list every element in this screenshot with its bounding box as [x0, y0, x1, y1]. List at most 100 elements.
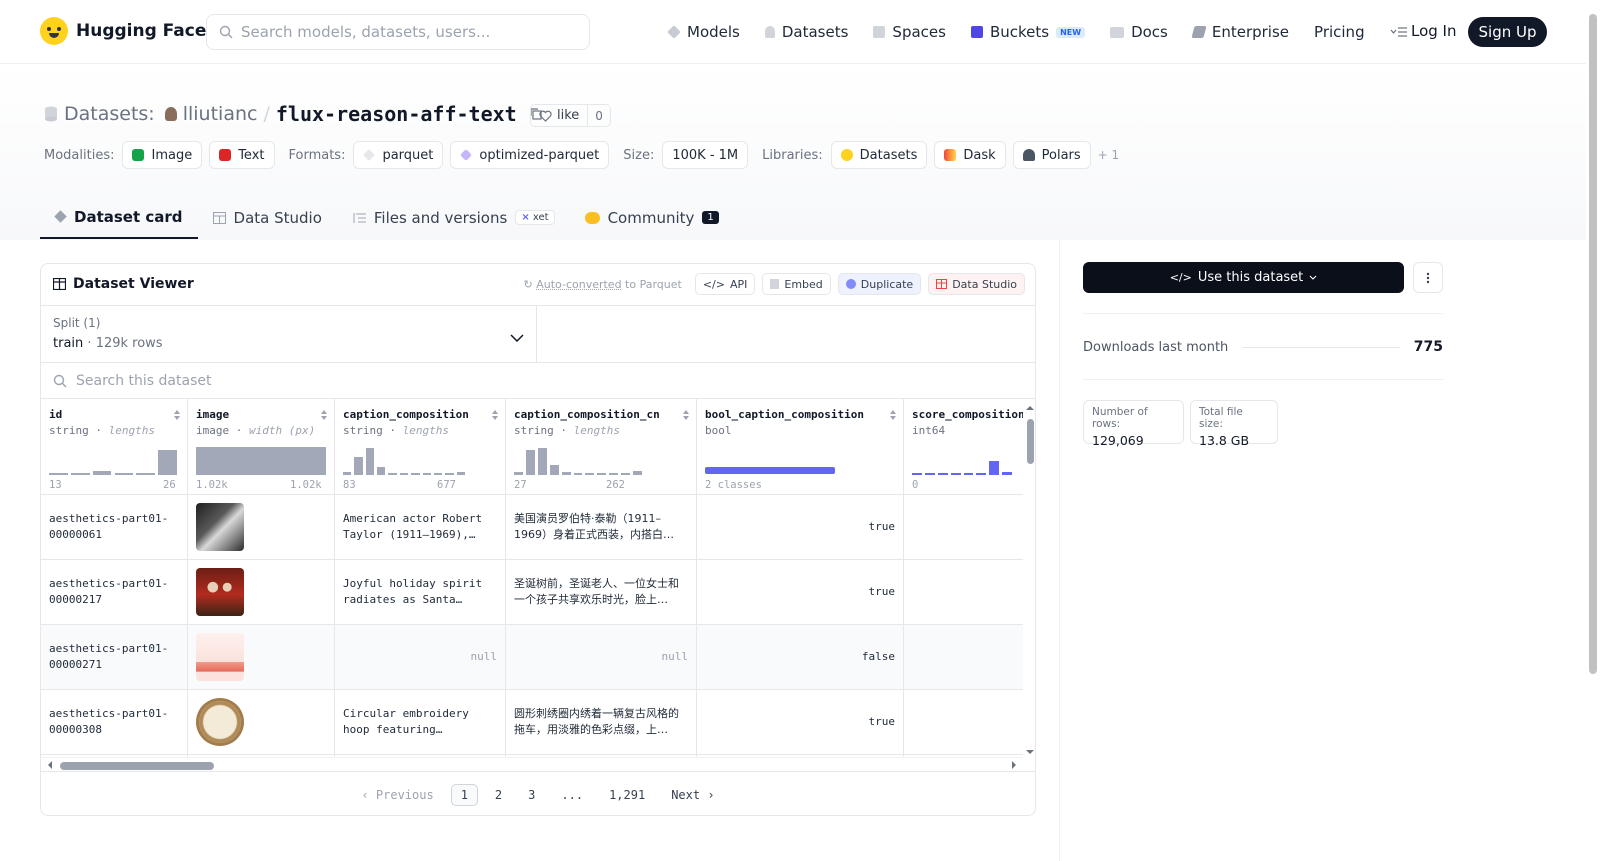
histogram-bar[interactable]	[411, 473, 420, 475]
global-search[interactable]	[206, 14, 590, 50]
histogram-bar[interactable]	[365, 448, 375, 475]
horizontal-scrollbar[interactable]	[41, 757, 1023, 771]
histogram-bar[interactable]	[49, 473, 68, 475]
histogram-bar[interactable]	[549, 465, 559, 475]
more-libraries[interactable]: + 1	[1098, 148, 1120, 162]
page-2[interactable]: 2	[486, 785, 511, 805]
nav-buckets[interactable]: Buckets NEW	[970, 23, 1086, 41]
histogram-bar[interactable]	[976, 473, 987, 475]
embed-button[interactable]: Embed	[762, 273, 831, 295]
tag-text[interactable]: Text	[209, 141, 275, 169]
scroll-right-icon[interactable]	[1009, 758, 1019, 772]
login-link[interactable]: Log In	[1411, 22, 1457, 40]
thumbnail-image[interactable]	[196, 503, 244, 551]
nav-more-menu[interactable]	[1390, 26, 1408, 38]
more-options-button[interactable]	[1413, 262, 1443, 293]
horizontal-scroll-thumb[interactable]	[60, 762, 214, 770]
api-button[interactable]: </> API	[694, 273, 756, 295]
thumbnail-image[interactable]	[196, 633, 244, 681]
tag-optimized-parquet[interactable]: optimized-parquet	[450, 141, 610, 169]
histogram-bar[interactable]	[343, 472, 352, 475]
section-label[interactable]: Datasets:	[64, 103, 155, 125]
signup-button[interactable]: Sign Up	[1468, 17, 1547, 47]
histogram-bar[interactable]	[585, 473, 595, 475]
tab-dataset-card[interactable]: Dataset card	[40, 196, 198, 239]
like-button[interactable]: like 0	[530, 104, 611, 127]
histogram-bar[interactable]	[92, 470, 112, 475]
histogram-bar[interactable]	[114, 473, 134, 475]
histogram-bar[interactable]	[399, 473, 409, 475]
histogram-bar[interactable]	[633, 470, 642, 475]
histogram-bar[interactable]	[388, 472, 397, 475]
histogram-bar[interactable]	[445, 473, 454, 475]
nav-pricing[interactable]: Pricing	[1314, 23, 1365, 41]
table-row[interactable]: aesthetics-part01-00000061 American acto…	[41, 495, 1023, 560]
page-last[interactable]: 1,291	[600, 785, 654, 805]
tag-polars[interactable]: Polars	[1012, 141, 1091, 169]
data-studio-button[interactable]: Data Studio	[928, 273, 1025, 295]
dataset-name[interactable]: flux-reason-aff-text	[276, 102, 517, 126]
vertical-scroll-thumb[interactable]	[1027, 419, 1034, 464]
histogram-bar[interactable]	[912, 473, 922, 475]
histogram-bar[interactable]	[433, 473, 443, 475]
sort-icon[interactable]	[320, 409, 328, 421]
column-header-id[interactable]: id string · lengths 13 26	[41, 399, 188, 495]
nav-datasets[interactable]: Datasets	[764, 23, 848, 41]
scroll-up-icon[interactable]	[1023, 403, 1036, 413]
nav-enterprise[interactable]: Enterprise	[1191, 23, 1289, 41]
sort-icon[interactable]	[173, 409, 181, 421]
previous-page[interactable]: ‹ Previous	[352, 785, 442, 805]
tag-parquet[interactable]: parquet	[353, 141, 444, 169]
histogram-bar[interactable]	[924, 473, 935, 475]
next-page[interactable]: Next ›	[662, 785, 723, 805]
column-header-score-composition[interactable]: score_composition int64 0	[904, 399, 1023, 495]
owner-link[interactable]: lliutianc	[183, 103, 258, 125]
histogram-bar[interactable]	[354, 456, 363, 475]
histogram-bar[interactable]	[597, 473, 607, 475]
nav-spaces[interactable]: Spaces	[873, 23, 946, 41]
page-scrollbar[interactable]	[1586, 0, 1600, 861]
page-1[interactable]: 1	[450, 783, 478, 806]
histogram-bar[interactable]	[950, 473, 961, 475]
split-selector[interactable]: Split (1) train · 129k rows	[41, 306, 537, 363]
home-logo[interactable]: Hugging Face	[40, 17, 206, 45]
histogram-bar[interactable]	[70, 473, 90, 475]
histogram-bar[interactable]	[514, 472, 523, 475]
use-this-dataset-button[interactable]: </> Use this dataset	[1083, 262, 1404, 293]
histogram-bar[interactable]	[537, 448, 547, 475]
tab-files-versions[interactable]: Files and versions × xet	[337, 196, 570, 239]
page-3[interactable]: 3	[519, 785, 544, 805]
nav-docs[interactable]: Docs	[1110, 23, 1168, 41]
histogram-bar[interactable]	[561, 471, 571, 475]
histogram-bar[interactable]	[422, 473, 431, 475]
column-header-bool-caption-composition[interactable]: bool_caption_composition bool 2 classes	[697, 399, 904, 495]
table-row[interactable]: aesthetics-part01-00000308 Circular embr…	[41, 690, 1023, 755]
tag-image[interactable]: Image	[122, 141, 203, 169]
tag-size[interactable]: 100K - 1M	[662, 141, 749, 169]
histogram-bar[interactable]	[525, 449, 535, 475]
histogram-bar[interactable]	[573, 473, 583, 475]
histogram-bar[interactable]	[456, 472, 465, 475]
tag-datasets-lib[interactable]: Datasets	[830, 141, 928, 169]
histogram-bar[interactable]	[937, 473, 948, 475]
tag-dask[interactable]: Dask	[934, 141, 1006, 169]
histogram-bar[interactable]	[609, 473, 619, 475]
table-row[interactable]: aesthetics-part01-00000271 null null fal…	[41, 625, 1023, 690]
auto-converted-link[interactable]: Auto-converted	[536, 278, 621, 291]
column-header-caption-composition[interactable]: caption_composition string · lengths 83 …	[335, 399, 506, 495]
thumbnail-image[interactable]	[196, 698, 244, 746]
histogram-bar[interactable]	[377, 466, 386, 475]
sort-icon[interactable]	[889, 409, 897, 421]
dataset-search[interactable]	[41, 363, 1035, 399]
tab-data-studio[interactable]: Data Studio	[198, 196, 337, 239]
dataset-search-input[interactable]	[76, 372, 476, 389]
histogram-bar[interactable]	[621, 473, 631, 475]
scroll-left-icon[interactable]	[45, 758, 55, 772]
global-search-input[interactable]	[241, 23, 561, 41]
histogram-bar[interactable]	[136, 473, 156, 475]
histogram-bar[interactable]	[158, 449, 177, 475]
histogram-bar[interactable]	[1002, 472, 1012, 475]
column-header-caption-composition-cn[interactable]: caption_composition_cn string · lengths …	[506, 399, 697, 495]
tab-community[interactable]: Community 1	[570, 196, 734, 239]
histogram-bar[interactable]	[963, 472, 974, 475]
